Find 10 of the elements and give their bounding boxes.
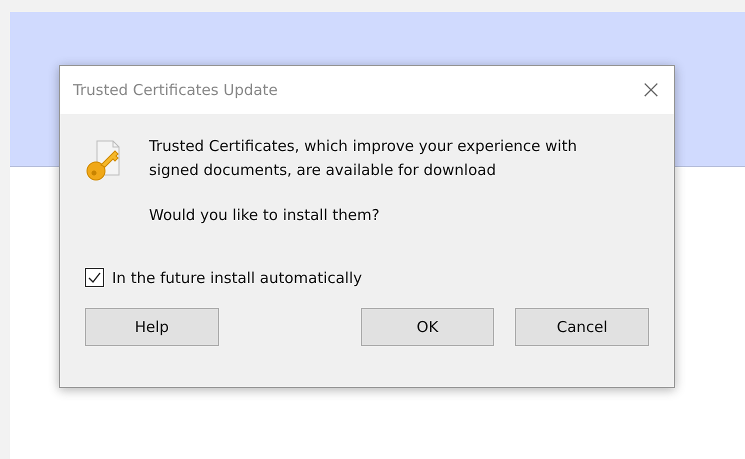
close-button[interactable]: × xyxy=(628,68,674,112)
window-title: Trusted Certificates Update xyxy=(73,81,278,99)
check-icon xyxy=(87,270,102,285)
message-text: Trusted Certificates, which improve your experience with signed documents, are available for download xyxy=(149,136,578,181)
cancel-button[interactable]: Cancel xyxy=(515,308,650,346)
ok-button[interactable]: OK xyxy=(360,308,494,346)
checkbox-label: In the future install automatically xyxy=(112,268,362,286)
checkbox[interactable] xyxy=(85,268,104,287)
help-button[interactable]: Help xyxy=(85,308,219,346)
question-text: Would you like to install them? xyxy=(149,206,381,224)
